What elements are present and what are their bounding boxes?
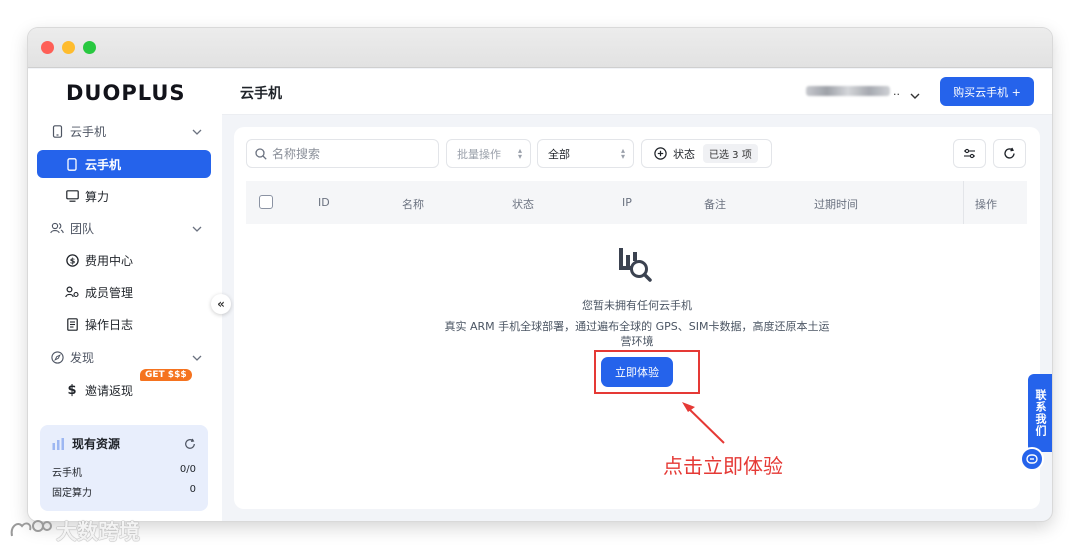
phone-icon	[50, 124, 64, 138]
status-selected-pill: 已选 3 项	[703, 144, 758, 163]
dollar-icon: $	[67, 382, 77, 398]
dollar-circle-icon: $	[65, 253, 79, 267]
app-logo[interactable]: DUOPLUS	[66, 81, 186, 105]
empty-state-description: 真实 ARM 手机全球部署，通过遍布全球的 GPS、SIM卡数据，高度还原本土运…	[444, 320, 830, 348]
refresh-button[interactable]	[993, 139, 1026, 168]
status-label: 状态	[673, 147, 695, 161]
member-settings-icon	[65, 285, 79, 299]
maximize-window-button[interactable]	[83, 41, 96, 54]
monitor-icon	[65, 189, 79, 203]
column-settings-button[interactable]	[953, 139, 986, 168]
main-card: 名称搜索 批量操作 ▴ ▾ 全部 ▴ ▾ 状态 已选 3 项 ID 名称 状态 …	[234, 127, 1040, 509]
chevron-down-icon	[192, 221, 202, 235]
watermark-logo-icon	[8, 518, 52, 545]
sidebar-group-label: 发现	[70, 350, 95, 365]
search-icon	[255, 147, 267, 160]
column-header-name[interactable]: 名称	[402, 196, 424, 212]
sidebar-item-label: 成员管理	[85, 285, 134, 300]
select-label: 批量操作	[457, 147, 501, 161]
column-header-status[interactable]: 状态	[512, 196, 534, 212]
minimize-window-button[interactable]	[62, 41, 75, 54]
annotation-label: 点击立即体验	[663, 454, 783, 478]
sidebar-item-billing[interactable]: $ 费用中心	[37, 246, 211, 274]
search-input[interactable]: 名称搜索	[246, 139, 439, 168]
refresh-icon[interactable]	[184, 438, 196, 450]
chevron-down-icon	[192, 350, 202, 364]
resource-label: 云手机	[52, 468, 82, 479]
sidebar-group-label: 团队	[70, 221, 95, 236]
account-name[interactable]: ..	[806, 84, 906, 98]
sidebar-item-cloudphone[interactable]: 云手机	[37, 150, 211, 178]
redacted-account	[806, 86, 890, 96]
plus-circle-icon	[654, 147, 667, 160]
search-placeholder: 名称搜索	[272, 147, 321, 161]
collapse-sidebar-button[interactable]: «	[211, 294, 231, 314]
resource-label: 固定算力	[52, 488, 92, 499]
users-icon	[50, 221, 64, 235]
column-divider	[963, 181, 964, 224]
watermark-text: 大数跨境	[56, 520, 140, 544]
bar-chart-icon	[52, 437, 66, 450]
page-title: 云手机	[240, 86, 282, 102]
column-header-id[interactable]: ID	[318, 196, 330, 209]
chevron-down-icon[interactable]	[910, 84, 920, 103]
compass-icon	[50, 350, 64, 364]
buy-cloud-phone-button[interactable]: 购买云手机 +	[940, 77, 1034, 106]
phone-icon	[65, 157, 79, 171]
watermark: 大数跨境	[8, 516, 140, 546]
empty-state-title: 您暂未拥有任何云手机	[582, 299, 692, 312]
column-header-actions: 操作	[975, 198, 997, 211]
sidebar-item-label: 操作日志	[85, 317, 134, 332]
select-arrows-icon: ▴ ▾	[517, 146, 522, 161]
chevron-down-icon	[192, 124, 202, 138]
sidebar-group-cloudphone[interactable]: 云手机	[50, 121, 202, 141]
sidebar-item-logs[interactable]: 操作日志	[37, 310, 211, 338]
column-header-remark[interactable]: 备注	[704, 196, 726, 212]
contact-us-tab[interactable]: 联系我们	[1028, 374, 1052, 452]
resources-card: 现有资源 云手机 0/0 固定算力 0	[40, 425, 208, 511]
select-label: 全部	[548, 147, 570, 161]
app-window: DUOPLUS 云手机 云手机 算力 团队 $ 费用中心 成员管理 操作日志 发…	[28, 28, 1052, 521]
account-ellipsis: ..	[893, 84, 900, 98]
svg-text:$: $	[69, 256, 75, 265]
annotation-arrow	[682, 402, 725, 444]
chat-bubble-icon[interactable]	[1020, 447, 1044, 471]
sidebar-item-referral[interactable]: $ 邀请返现 GET $$$	[37, 369, 211, 404]
sidebar-group-team[interactable]: 团队	[50, 218, 202, 238]
status-filter[interactable]: 状态 已选 3 项	[641, 139, 772, 168]
resources-title: 现有资源	[72, 437, 121, 451]
sidebar-item-members[interactable]: 成员管理	[37, 278, 211, 306]
close-window-button[interactable]	[41, 41, 54, 54]
window-titlebar	[28, 28, 1052, 68]
refresh-icon	[1003, 147, 1016, 160]
sidebar: DUOPLUS 云手机 云手机 算力 团队 $ 费用中心 成员管理 操作日志 发…	[28, 69, 222, 521]
resource-value: 0/0	[179, 464, 196, 475]
sidebar-item-computing[interactable]: 算力	[37, 182, 211, 210]
resource-row-phones: 云手机 0/0	[52, 464, 196, 479]
sidebar-item-label: 邀请返现	[85, 383, 134, 398]
try-now-button[interactable]: 立即体验	[601, 357, 673, 387]
column-header-expiry[interactable]: 过期时间	[814, 196, 858, 212]
column-header-ip[interactable]: IP	[622, 196, 632, 209]
get-cash-badge: GET $$$	[140, 369, 192, 381]
filter-all-select[interactable]: 全部 ▴ ▾	[537, 139, 634, 168]
table-header: ID 名称 状态 IP 备注 过期时间 操作	[246, 181, 1027, 224]
empty-data-search-icon	[616, 245, 656, 285]
top-header: 云手机 .. 购买云手机 +	[222, 69, 1052, 115]
select-all-checkbox[interactable]	[259, 195, 273, 209]
sidebar-item-label: 费用中心	[85, 253, 134, 268]
batch-action-select[interactable]: 批量操作 ▴ ▾	[446, 139, 531, 168]
sliders-icon	[963, 148, 976, 159]
select-arrows-icon: ▴ ▾	[620, 146, 625, 161]
sidebar-item-label: 算力	[85, 189, 110, 204]
document-icon	[65, 317, 79, 331]
sidebar-group-discover[interactable]: 发现	[50, 347, 202, 367]
resource-value: 0	[189, 484, 196, 495]
sidebar-item-label: 云手机	[85, 157, 122, 172]
resource-row-computing: 固定算力 0	[52, 484, 196, 499]
sidebar-group-label: 云手机	[70, 124, 107, 139]
